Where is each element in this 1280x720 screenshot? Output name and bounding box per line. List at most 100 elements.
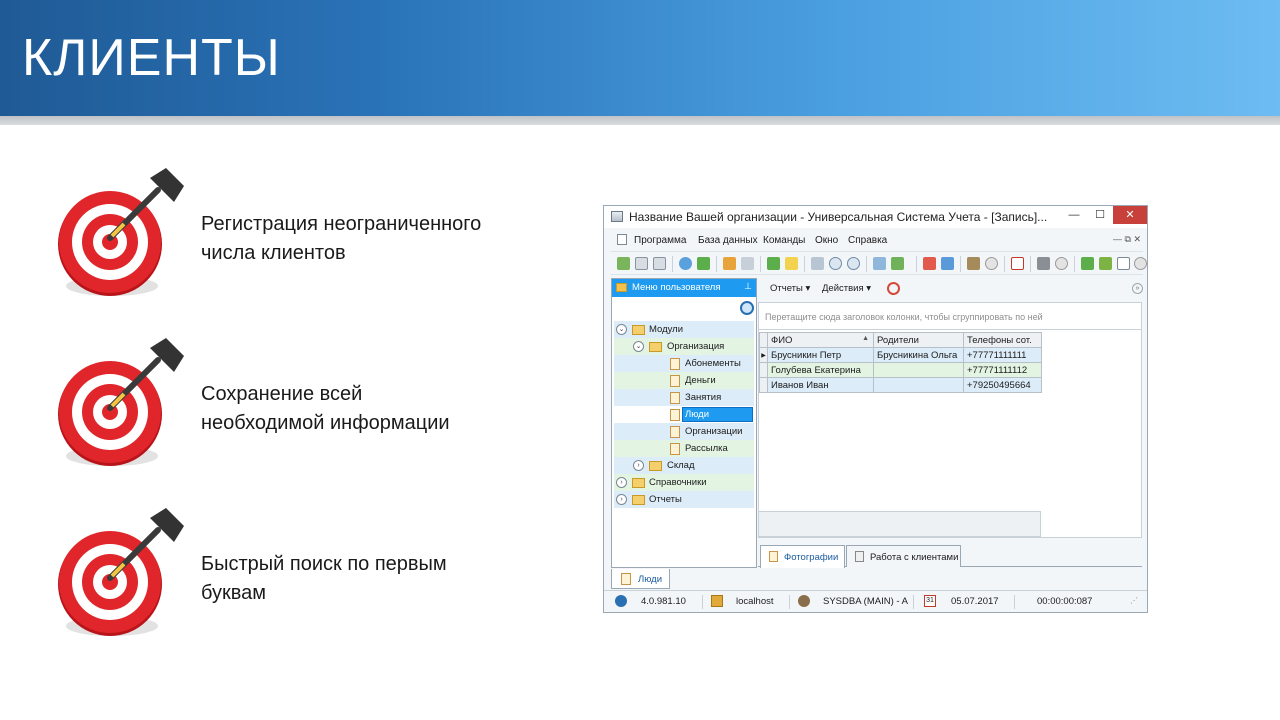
tree-item-lessons[interactable]: Занятия [614,389,754,406]
table-row[interactable]: Иванов Иван +79250495664 [759,377,1042,393]
title-bar[interactable]: Название Вашей организации - Универсальн… [604,206,1147,228]
filter-icon[interactable] [723,257,736,270]
table-row[interactable]: Голубева Екатерина +77771111112 [759,362,1042,378]
columns-icon[interactable] [811,257,824,270]
tab-label: Люди [638,574,663,585]
excel-icon[interactable] [891,257,904,270]
disabled-icon[interactable] [985,257,998,270]
column-header-phone[interactable]: Телефоны сот. [963,332,1042,348]
row-indicator: ▶ [759,347,768,363]
cell-parents[interactable]: Брусникина Ольга [873,347,964,363]
toolbar-separator [672,256,673,272]
archive-icon[interactable] [967,257,980,270]
document-icon [769,551,778,562]
actions-dropdown[interactable]: Действия ▾ [822,283,871,294]
copy-icon[interactable] [635,257,648,270]
paste-icon[interactable] [653,257,666,270]
close-button[interactable]: ✕ [1113,206,1147,224]
sort-ascending-icon[interactable]: ▲ [862,335,869,342]
document-icon [670,426,680,438]
panel-title: Меню пользователя [632,282,721,293]
panel-header: Меню пользователя ⊥ [612,279,756,297]
mdi-window-controls[interactable]: — ⧉ ✕ [1113,234,1141,245]
refresh-icon[interactable] [617,257,630,270]
cell-fio[interactable]: Брусникин Петр [767,347,874,363]
minimize-button[interactable]: — [1061,206,1087,224]
menu-commands[interactable]: Команды [763,235,805,246]
tree-item-mailing[interactable]: Рассылка [614,440,754,457]
folder-icon [649,342,662,352]
resize-grip-icon[interactable]: ⋰ [1130,596,1138,605]
collapse-icon[interactable]: ⌄ [616,324,627,335]
reports-dropdown[interactable]: Отчеты ▾ [770,283,810,294]
tree-item-money[interactable]: Деньги [614,372,754,389]
cell-fio[interactable]: Иванов Иван [767,377,874,393]
note-icon[interactable] [785,257,798,270]
tree-item-reports[interactable]: › Отчеты [614,491,754,508]
filter-clear-icon[interactable] [741,257,754,270]
column-header-fio[interactable]: ФИО ▲ [767,332,874,348]
cell-phone[interactable]: +77771111111 [963,347,1042,363]
tree-item-directories[interactable]: › Справочники [614,474,754,491]
menu-window[interactable]: Окно [815,235,838,246]
new-window-icon[interactable] [923,257,936,270]
collapse-icon[interactable] [847,257,860,270]
tab-client-work[interactable]: Работа с клиентами [846,545,961,567]
maximize-button[interactable]: ☐ [1087,206,1113,224]
users-icon[interactable] [1099,257,1112,270]
menu-help[interactable]: Справка [848,235,887,246]
bullet-text: Сохранение всей необходимой информации [201,380,541,438]
status-separator [789,595,790,609]
tools-icon[interactable] [1037,257,1050,270]
cell-parents[interactable] [873,377,964,393]
tree-item-label: Справочники [649,477,707,488]
table-row[interactable]: ▶ Брусникин Петр Брусникина Ольга +77771… [759,347,1042,363]
cell-phone[interactable]: +79250495664 [963,377,1042,393]
tree-item-warehouse[interactable]: › Склад [614,457,754,474]
column-header-label: ФИО [771,334,793,346]
bullet-line: Сохранение всей [201,383,363,405]
column-header-parents[interactable]: Родители [873,332,964,348]
document-icon [670,409,680,421]
expand-icon[interactable]: › [616,494,627,505]
calendar-icon[interactable] [1011,257,1024,270]
cell-fio[interactable]: Голубева Екатерина [767,362,874,378]
expand-icon[interactable]: › [616,477,627,488]
tree-item-organization[interactable]: ⌄ Организация [614,338,754,355]
status-separator [702,595,703,609]
search-icon[interactable] [740,301,754,315]
tree-item-organizations[interactable]: Организации [614,423,754,440]
tab-people[interactable]: Люди [611,569,670,589]
close-window-icon[interactable] [941,257,954,270]
collapse-icon[interactable]: ⌄ [633,341,644,352]
menu-program[interactable]: Программа [634,235,686,246]
collapse-panel-icon[interactable]: » [1132,283,1143,294]
layout-icon[interactable] [1117,257,1130,270]
tree-item-modules[interactable]: ⌄ Модули [614,321,754,338]
tab-photos[interactable]: Фотографии [760,545,845,568]
user-menu-panel: Меню пользователя ⊥ ⌄ Модули ⌄ Организац… [611,278,757,568]
group-by-panel[interactable]: Перетащите сюда заголовок колонки, чтобы… [758,302,1142,330]
folder-icon [632,478,645,488]
settings-icon[interactable] [1055,257,1068,270]
pin-icon[interactable]: ⊥ [744,281,752,292]
overflow-icon[interactable] [1134,257,1147,270]
bullet-line: Регистрация неограниченного [201,213,482,235]
sync-icon[interactable] [697,257,710,270]
reload-icon[interactable] [887,282,900,295]
add-record-icon[interactable] [767,257,780,270]
tree-item-subscriptions[interactable]: Абонементы [614,355,754,372]
tree-item-people[interactable]: Люди [614,406,754,423]
cell-parents[interactable] [873,362,964,378]
export-icon[interactable] [873,257,886,270]
cell-phone[interactable]: +77771111112 [963,362,1042,378]
tree-item-label: Склад [667,460,695,471]
search-icon[interactable] [679,257,692,270]
grid-footer [758,511,1041,537]
database-icon [611,211,623,222]
expand-icon[interactable] [829,257,842,270]
tree-item-label: Люди [685,409,710,420]
check-icon[interactable] [1081,257,1094,270]
menu-database[interactable]: База данных [698,235,758,246]
expand-icon[interactable]: › [633,460,644,471]
